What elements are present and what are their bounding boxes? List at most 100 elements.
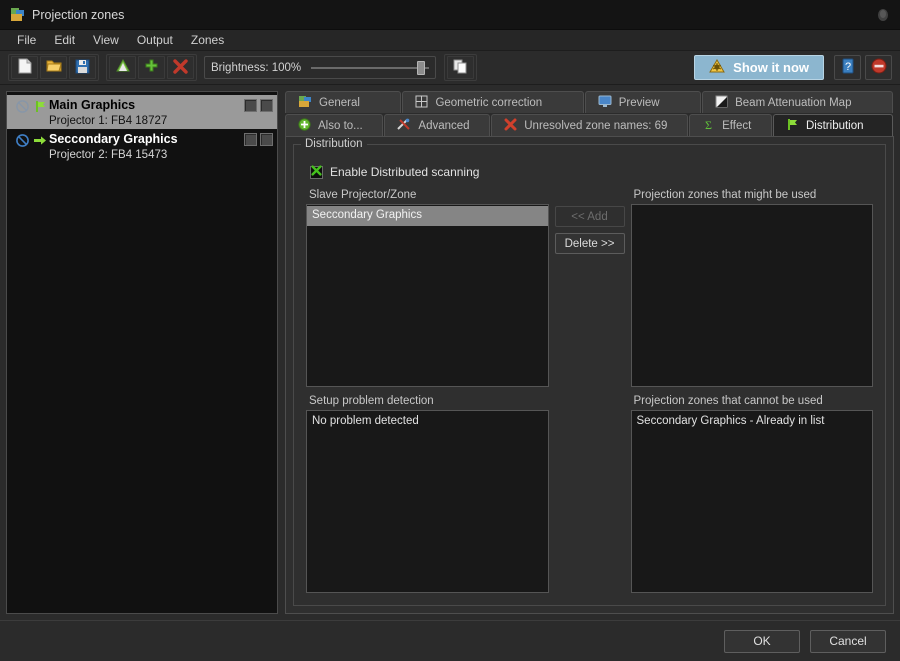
menu-item-file[interactable]: File (8, 31, 45, 49)
new-button[interactable] (11, 56, 38, 79)
distribution-grid: Slave Projector/Zone Seccondary Graphics… (306, 189, 873, 593)
cancel-button[interactable]: Cancel (810, 630, 886, 653)
save-floppy-icon (75, 59, 90, 77)
green-flag-icon (786, 118, 799, 134)
toolbar: Brightness: 100% (0, 51, 900, 85)
tab-unresolved-zone-names[interactable]: Unresolved zone names: 69 (491, 114, 688, 136)
slider-knob[interactable] (417, 61, 425, 75)
slave-projector-zone-list[interactable]: Seccondary Graphics (306, 204, 549, 387)
green-arrow-icon (31, 132, 49, 147)
tab-preview[interactable]: Preview (585, 91, 701, 113)
tab-label: Geometric correction (435, 97, 542, 109)
setup-problem-detection-list[interactable]: No problem detected (306, 410, 549, 593)
red-x-icon (504, 118, 517, 134)
tab-advanced[interactable]: Advanced (384, 114, 490, 136)
grid-gap (549, 395, 631, 593)
menu-item-view[interactable]: View (84, 31, 128, 49)
tree-toggle-b[interactable] (260, 99, 273, 112)
copy-tool-group (444, 54, 477, 81)
tree-item-text: Seccondary Graphics Projector 2: FB4 154… (49, 132, 244, 162)
svg-text:?: ? (844, 61, 850, 73)
delete-button[interactable] (167, 56, 194, 79)
zones-might-be-used-list[interactable] (631, 204, 874, 387)
tree-item-seccondary-graphics[interactable]: Seccondary Graphics Projector 2: FB4 154… (7, 129, 277, 163)
show-it-now-label: Show it now (733, 60, 809, 75)
list-item[interactable]: No problem detected (307, 412, 548, 432)
beam-map-icon (715, 95, 728, 111)
slave-projector-zone-field: Slave Projector/Zone Seccondary Graphics (306, 189, 549, 387)
stop-deny-icon (871, 58, 887, 77)
menu-item-edit[interactable]: Edit (45, 31, 84, 49)
tree-item-title: Seccondary Graphics (49, 132, 244, 148)
tab-label: Unresolved zone names: 69 (524, 120, 667, 132)
list-item[interactable]: Seccondary Graphics (307, 206, 548, 226)
grid-icon (415, 95, 428, 111)
tree-item-subtitle: Projector 1: FB4 18727 (49, 114, 244, 128)
add-plus-icon (144, 59, 159, 77)
projection-zones-icon (10, 7, 25, 22)
tab-also-to[interactable]: Also to... (285, 114, 383, 136)
tab-general[interactable]: General (285, 91, 401, 113)
open-folder-icon (46, 59, 62, 76)
zones-cannot-be-used-list[interactable]: Seccondary Graphics - Already in list (631, 410, 874, 593)
menu-item-zones[interactable]: Zones (182, 31, 233, 49)
right-pane: General Geometric correction (285, 91, 894, 614)
tree-toggle-b[interactable] (260, 133, 273, 146)
file-tool-group (8, 54, 99, 81)
svg-text:Σ: Σ (705, 118, 712, 131)
tab-effect[interactable]: Σ Effect (689, 114, 772, 136)
add-button[interactable] (138, 56, 165, 79)
tree-item-toggles (244, 132, 273, 146)
tab-label: Advanced (418, 120, 469, 132)
export-button[interactable] (109, 56, 136, 79)
tab-label: Beam Attenuation Map (735, 97, 851, 109)
menu-bar: File Edit View Output Zones (0, 30, 900, 51)
zone-tool-group (106, 54, 197, 81)
enable-distributed-scanning-checkbox[interactable] (310, 166, 323, 179)
delete-button[interactable]: Delete >> (555, 233, 625, 254)
open-button[interactable] (40, 56, 67, 79)
projection-zones-window: Projection zones File Edit View Output Z… (0, 0, 900, 661)
tree-item-subtitle: Projector 2: FB4 15473 (49, 148, 244, 162)
groupbox-title: Distribution (301, 138, 367, 150)
setup-problem-detection-field: Setup problem detection No problem detec… (306, 395, 549, 593)
menu-item-output[interactable]: Output (128, 31, 182, 49)
disabled-circle-icon[interactable] (13, 98, 31, 113)
save-button[interactable] (69, 56, 96, 79)
monitor-icon (598, 95, 612, 111)
tab-strip-row-1: General Geometric correction (285, 91, 894, 113)
warning-triangle-icon (709, 59, 725, 77)
tools-icon (397, 118, 411, 134)
enable-distributed-scanning-row[interactable]: Enable Distributed scanning (310, 165, 873, 179)
stop-button[interactable] (865, 55, 892, 80)
tree-toggle-a[interactable] (244, 133, 257, 146)
brightness-label: Brightness: 100% (211, 62, 301, 74)
zones-might-be-used-field: Projection zones that might be used (631, 189, 874, 387)
tree-item-text: Main Graphics Projector 1: FB4 18727 (49, 98, 244, 128)
list-item[interactable]: Seccondary Graphics - Already in list (632, 412, 873, 432)
brightness-control[interactable]: Brightness: 100% (204, 56, 436, 79)
setup-problem-detection-label: Setup problem detection (306, 395, 549, 407)
tree-toggle-a[interactable] (244, 99, 257, 112)
ok-button[interactable]: OK (724, 630, 800, 653)
export-upload-icon (115, 59, 131, 77)
tab-distribution[interactable]: Distribution (773, 114, 893, 136)
tree-item-main-graphics[interactable]: Main Graphics Projector 1: FB4 18727 (7, 95, 277, 129)
copy-pages-icon (453, 59, 468, 77)
green-x-check-icon (311, 165, 322, 179)
show-it-now-button[interactable]: Show it now (694, 55, 824, 80)
tab-beam-attenuation-map[interactable]: Beam Attenuation Map (702, 91, 893, 113)
zones-cannot-be-used-field: Projection zones that cannot be used Sec… (631, 395, 874, 593)
zone-tree[interactable]: Main Graphics Projector 1: FB4 18727 (6, 91, 278, 614)
add-button[interactable]: << Add (555, 206, 625, 227)
blocked-circle-icon[interactable] (13, 132, 31, 147)
title-bar: Projection zones (0, 0, 900, 30)
new-document-icon (18, 58, 32, 77)
zones-might-be-used-label: Projection zones that might be used (631, 189, 874, 201)
tab-geometric-correction[interactable]: Geometric correction (402, 91, 583, 113)
transfer-buttons: << Add Delete >> (549, 189, 631, 387)
copy-button[interactable] (447, 56, 474, 79)
brightness-slider[interactable] (311, 61, 429, 75)
help-button[interactable]: ? (834, 55, 861, 80)
tab-strip-row-2: Also to... Advanced (285, 114, 894, 136)
